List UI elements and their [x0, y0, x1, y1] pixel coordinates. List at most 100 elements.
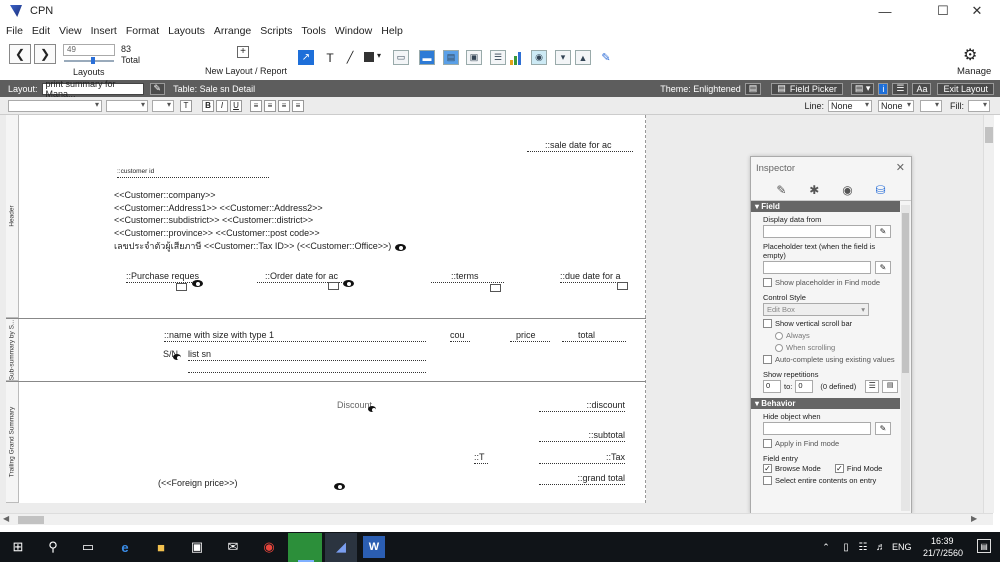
layers-icon[interactable]: ☰	[892, 82, 909, 95]
terms-field[interactable]: ::terms	[431, 271, 504, 283]
menu-file[interactable]: File	[6, 25, 23, 37]
text-style-icon[interactable]: T	[180, 99, 192, 112]
menu-view[interactable]: View	[59, 25, 82, 37]
autocomplete-checkbox[interactable]: Auto-complete using existing values	[763, 355, 900, 364]
t-field[interactable]: ::T	[474, 452, 488, 464]
trailing-part-label[interactable]: Trailing Grand Summary	[6, 382, 19, 503]
minimize-icon[interactable]: —	[862, 0, 908, 22]
display-data-input[interactable]	[763, 225, 871, 238]
sale-date-field[interactable]: ::sale date for ac	[527, 140, 633, 152]
exit-layout-button[interactable]: Exit Layout	[937, 82, 994, 95]
part-divider-header[interactable]	[6, 318, 646, 319]
styles-tab-icon[interactable]: ✱	[809, 183, 819, 197]
menu-scripts[interactable]: Scripts	[260, 25, 292, 37]
inspector-info-icon[interactable]: i	[878, 82, 889, 95]
always-radio[interactable]: Always	[775, 331, 900, 340]
record-slider[interactable]	[64, 60, 114, 62]
appearance-tab-icon[interactable]: ◉	[842, 183, 852, 197]
format-painter-icon[interactable]: ✎	[598, 50, 614, 65]
tab-control-icon[interactable]: ▣	[466, 50, 482, 65]
view-as-icon[interactable]: ▤ ▾	[850, 82, 875, 95]
mail-icon[interactable]: ✉	[222, 537, 244, 557]
field-tool-icon[interactable]: ▭	[393, 50, 409, 65]
search-icon[interactable]: ⚲	[42, 537, 64, 557]
select-entire-checkbox[interactable]: Select entire contents on entry	[763, 476, 900, 485]
horizontal-scrollbar[interactable]: ◀ ▶	[0, 513, 993, 525]
bold-button[interactable]: B	[202, 99, 214, 112]
button-tool-icon[interactable]: ▬	[419, 50, 435, 65]
close-icon[interactable]: ✕	[954, 0, 1000, 22]
count-field[interactable]: cou	[450, 330, 470, 342]
aa-button[interactable]: Aa	[912, 82, 932, 95]
apply-find-checkbox[interactable]: Apply in Find mode	[763, 439, 900, 448]
shape-tool-icon[interactable]	[364, 52, 374, 62]
control-style-select[interactable]: Edit Box ▾	[763, 303, 869, 316]
chevron-up-icon[interactable]: ⌃	[815, 537, 837, 557]
theme-icon[interactable]: ▤	[744, 82, 762, 95]
position-tab-icon[interactable]: ✎	[776, 183, 786, 197]
show-vscroll-checkbox[interactable]: Show vertical scroll bar	[763, 319, 900, 328]
notification-icon[interactable]: ▤	[977, 539, 991, 553]
field-picker-button[interactable]: ▤ Field Picker	[771, 82, 843, 95]
pencil-icon[interactable]: ✎	[875, 422, 891, 435]
clock-date[interactable]: 21/7/2560	[923, 548, 963, 558]
record-slider-thumb[interactable]	[91, 57, 95, 64]
grand-total-field[interactable]: ::grand total	[539, 473, 625, 485]
menu-insert[interactable]: Insert	[91, 25, 117, 37]
discount-label[interactable]: Discount	[337, 400, 372, 411]
fill-color-select[interactable]	[968, 99, 990, 112]
chart-tool-icon[interactable]	[510, 50, 526, 65]
discount-field[interactable]: ::discount	[539, 400, 625, 412]
menu-edit[interactable]: Edit	[32, 25, 50, 37]
underline-button[interactable]: U	[230, 99, 242, 112]
previous-record-button[interactable]: ❮	[9, 44, 31, 64]
store-icon[interactable]: ▣	[186, 537, 208, 557]
field-section-header[interactable]: ▾ Field	[751, 201, 900, 212]
horizontal-scroll-thumb[interactable]	[18, 516, 44, 524]
data-tab-icon[interactable]: ⛁	[876, 183, 886, 197]
address-text[interactable]: <<Customer::Address1>> <<Customer::Addre…	[114, 203, 323, 214]
next-record-button[interactable]: ❯	[34, 44, 56, 64]
repetitions-from-input[interactable]: 0	[763, 380, 781, 393]
subsummary-part-label[interactable]: Sub-summary by S...	[6, 319, 19, 381]
language-indicator[interactable]: ENG	[892, 542, 912, 552]
menu-tools[interactable]: Tools	[301, 25, 326, 37]
pointer-tool-icon[interactable]: ↗	[298, 50, 314, 65]
menu-format[interactable]: Format	[126, 25, 159, 37]
layout-dropdown[interactable]: print summary for Mana...	[41, 79, 144, 99]
file-explorer-icon[interactable]: ■	[150, 537, 172, 557]
company-text[interactable]: <<Customer::company>>	[114, 190, 216, 201]
italic-button[interactable]: I	[216, 99, 228, 112]
line-color-select[interactable]	[920, 99, 942, 112]
volume-icon[interactable]: ♬	[870, 537, 892, 557]
button-bar-tool-icon[interactable]: ▤	[443, 50, 459, 65]
customer-id-field[interactable]: ::customer id	[117, 166, 269, 178]
show-placeholder-checkbox[interactable]: Show placeholder in Find mode	[763, 278, 900, 287]
align-right-icon[interactable]: ≡	[278, 99, 290, 112]
purchase-request-field[interactable]: ::Purchase reques	[126, 271, 199, 283]
scroll-left-icon[interactable]: ◀	[3, 514, 9, 523]
repetitions-to-input[interactable]: 0	[795, 380, 814, 393]
portal-tool-icon[interactable]: ☰	[490, 50, 506, 65]
shape-dropdown-icon[interactable]: ▾	[377, 51, 381, 60]
behavior-section-header[interactable]: ▾ Behavior	[751, 398, 900, 409]
name-size-type-field[interactable]: ::name with size with type 1	[164, 330, 426, 342]
align-center-icon[interactable]: ≡	[264, 99, 276, 112]
inspector-close-icon[interactable]: ✕	[896, 161, 905, 174]
find-mode-checkbox[interactable]: ✓ Find Mode	[834, 464, 882, 473]
inspector-scroll-thumb[interactable]	[902, 213, 909, 373]
manage-button[interactable]: Manage	[957, 66, 991, 77]
text-tool-icon[interactable]: T	[322, 50, 338, 65]
tax-id-text[interactable]: เลขประจำตัวผู้เสียภาษี <<Customer::Tax I…	[114, 241, 391, 252]
edge-icon[interactable]: e	[114, 537, 136, 557]
pencil-icon[interactable]: ✎	[875, 261, 891, 274]
when-scrolling-radio[interactable]: When scrolling	[775, 343, 900, 352]
gear-icon[interactable]: ⚙	[963, 45, 977, 65]
tax-field[interactable]: ::Tax	[539, 452, 625, 464]
part-divider-subsummary[interactable]	[6, 381, 646, 382]
vertical-scrollbar[interactable]	[983, 115, 994, 513]
subtotal-field[interactable]: ::subtotal	[539, 430, 625, 442]
line-app-icon[interactable]	[288, 533, 322, 562]
align-left-icon[interactable]: ≡	[250, 99, 262, 112]
placeholder-input[interactable]	[763, 261, 871, 274]
